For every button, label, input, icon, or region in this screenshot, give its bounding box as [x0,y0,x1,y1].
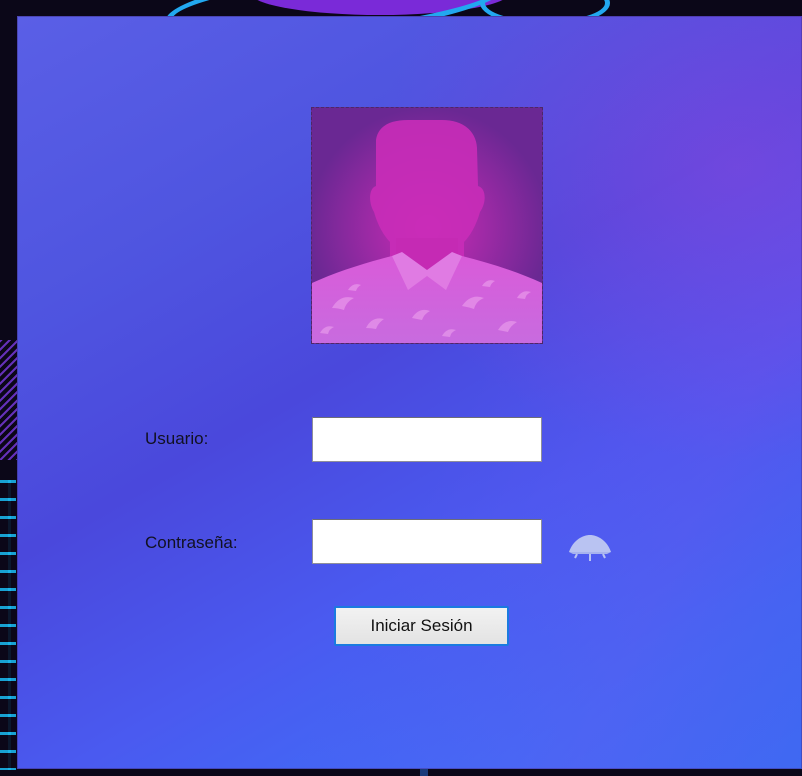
background-bars-decoration [0,480,16,770]
password-label: Contraseña: [145,533,238,552]
login-button[interactable]: Iniciar Sesión [334,606,509,646]
person-silhouette-icon [312,120,542,343]
background-pixel [420,768,428,776]
user-avatar [311,107,543,344]
login-window: Usuario: Contraseña: Iniciar Sesión [17,16,802,769]
username-input[interactable] [312,417,542,462]
username-label: Usuario: [145,429,209,448]
password-input[interactable] [312,519,542,564]
eye-icon [569,535,611,561]
desktop-background: Usuario: Contraseña: Iniciar Sesión [0,0,802,776]
show-password-toggle[interactable] [567,532,613,564]
